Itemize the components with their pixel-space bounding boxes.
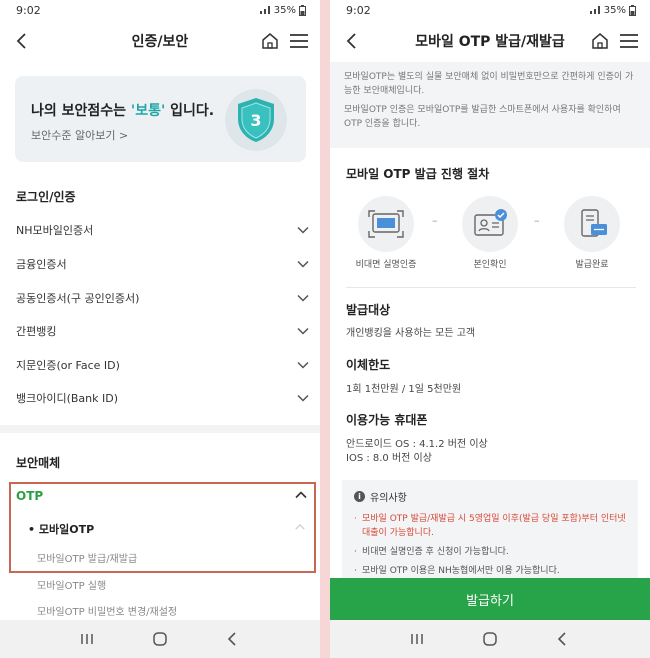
menu-item-otp[interactable]: OTP [16, 489, 43, 503]
menu-icon[interactable] [288, 31, 310, 51]
submenu-mobile-otp-run[interactable]: 모바일OTP 실행 [37, 577, 106, 592]
step-identity-check: 본인확인 [454, 196, 526, 270]
identity-check-icon [474, 209, 507, 236]
step-separator: – [432, 214, 438, 227]
back-button-icon[interactable] [224, 630, 242, 648]
status-bar: 9:02 35% [330, 0, 650, 20]
battery-icon [629, 4, 636, 16]
score-level: '보통' [130, 103, 166, 119]
step-issue-complete: 발급완료 [556, 196, 628, 270]
page-title: 모바일 OTP 발급/재발급 [415, 34, 565, 50]
otp-info-box: 모바일OTP는 별도의 실물 보안매체 없이 비밀번호만으로 간편하게 인증이 … [330, 62, 650, 148]
home-icon[interactable] [260, 31, 280, 51]
security-section-title: 보안매체 [16, 456, 61, 470]
home-button-icon[interactable] [151, 630, 169, 648]
chevron-down-icon [297, 226, 309, 234]
recent-apps-icon[interactable] [78, 630, 96, 648]
security-score-card: 나의 보안점수는 '보통' 입니다. 보안수준 알아보기 > 3 [15, 76, 306, 162]
login-section-title: 로그인/인증 [16, 190, 76, 204]
battery-level: 35% [603, 4, 626, 16]
menu-item-joint-cert[interactable]: 공동인증서(구 공인인증서) [16, 287, 310, 309]
submenu-mobile-otp-password[interactable]: 모바일OTP 비밀번호 변경/재설정 [37, 603, 177, 618]
home-icon[interactable] [590, 31, 610, 51]
back-arrow-icon[interactable] [12, 31, 32, 51]
home-button-icon[interactable] [481, 630, 499, 648]
section-divider [0, 425, 320, 433]
menu-icon[interactable] [618, 31, 640, 51]
target-title: 발급대상 [346, 303, 391, 317]
notice-item: 비대면 실명인증 후 신청이 가능합니다. [354, 545, 626, 559]
menu-item-mobile-otp[interactable]: • 모바일OTP [28, 521, 94, 537]
chevron-down-icon [297, 260, 309, 268]
app-header: 인증/보안 [0, 20, 320, 62]
menu-item-bank-id[interactable]: 뱅크아이디(Bank ID) [16, 387, 310, 409]
battery-icon [299, 4, 306, 16]
status-time: 9:02 [16, 3, 41, 17]
ios-requirement: IOS : 8.0 버전 이상 [346, 453, 432, 464]
submenu-mobile-otp-issue[interactable]: 모바일OTP 발급/재발급 [37, 550, 137, 565]
security-score-title: 나의 보안점수는 '보통' 입니다. [31, 103, 215, 119]
step-id-verification: 비대면 실명인증 [350, 196, 422, 270]
menu-item-fingerprint[interactable]: 지문인증(or Face ID) [16, 354, 310, 376]
limit-text: 1회 1천만원 / 1일 5천만원 [346, 384, 462, 395]
recent-apps-icon[interactable] [408, 630, 426, 648]
menu-item-financial-cert[interactable]: 금융인증서 [16, 253, 310, 275]
left-screen: 9:02 35% 인증/보안 나의 보안점수는 '보통' 입니다. 보안수준 알… [0, 0, 320, 658]
otp-issued-icon [581, 209, 607, 237]
signal-icon [259, 6, 270, 14]
system-nav-bar [330, 620, 650, 658]
notice-box: i 유의사항 모바일 OTP 발급/재발급 시 5영업일 이후(발급 당일 포함)… [342, 480, 638, 580]
security-level-link[interactable]: 보안수준 알아보기 > [31, 127, 128, 143]
notice-item: 모바일 OTP 이용은 NH농협에서만 이용 가능합니다. [354, 564, 626, 578]
battery-level: 35% [273, 4, 296, 16]
status-bar: 9:02 35% [0, 0, 320, 20]
menu-item-nh-mobile-cert[interactable]: NH모바일인증서 [16, 219, 310, 241]
chevron-down-icon [297, 327, 309, 335]
id-card-scan-icon [368, 210, 404, 238]
chevron-up-icon[interactable] [294, 521, 306, 533]
signal-icon [589, 6, 600, 14]
android-requirement: 안드로이드 OS : 4.1.2 버전 이상 [346, 439, 488, 450]
back-button-icon[interactable] [554, 630, 572, 648]
menu-item-simple-banking[interactable]: 간편뱅킹 [16, 320, 310, 342]
info-icon: i [354, 491, 365, 502]
system-nav-bar [0, 620, 320, 658]
process-title: 모바일 OTP 발급 진행 절차 [346, 167, 490, 181]
limit-title: 이체한도 [346, 358, 391, 372]
chevron-up-icon[interactable] [294, 488, 308, 502]
page-title: 인증/보안 [131, 34, 189, 50]
info-text: 모바일OTP는 별도의 실물 보안매체 없이 비밀번호만으로 간편하게 인증이 … [344, 72, 634, 96]
step-separator: – [534, 214, 540, 227]
status-time: 9:02 [346, 3, 371, 17]
score-badge-number: 3 [250, 111, 261, 130]
notice-title: 유의사항 [370, 493, 407, 504]
back-arrow-icon[interactable] [342, 31, 362, 51]
section-divider [346, 287, 636, 288]
target-text: 개인뱅킹을 사용하는 모든 고객 [346, 328, 476, 339]
shield-icon: 3 [225, 89, 287, 151]
notice-item: 모바일 OTP 발급/재발급 시 5영업일 이후(발급 당일 포함)부터 인터넷… [354, 512, 626, 540]
chevron-down-icon [297, 294, 309, 302]
chevron-down-icon [297, 394, 309, 402]
phones-title: 이용가능 휴대폰 [346, 413, 428, 427]
right-screen: 9:02 35% 모바일 OTP 발급/재발급 모바일OTP는 별도의 실물 보… [330, 0, 650, 658]
app-header: 모바일 OTP 발급/재발급 [330, 20, 650, 62]
chevron-down-icon [297, 361, 309, 369]
info-text: 모바일OTP 인증은 모바일OTP를 발급한 스마트폰에서 사용자를 확인하여 … [344, 105, 621, 129]
issue-button[interactable]: 발급하기 [330, 578, 650, 621]
